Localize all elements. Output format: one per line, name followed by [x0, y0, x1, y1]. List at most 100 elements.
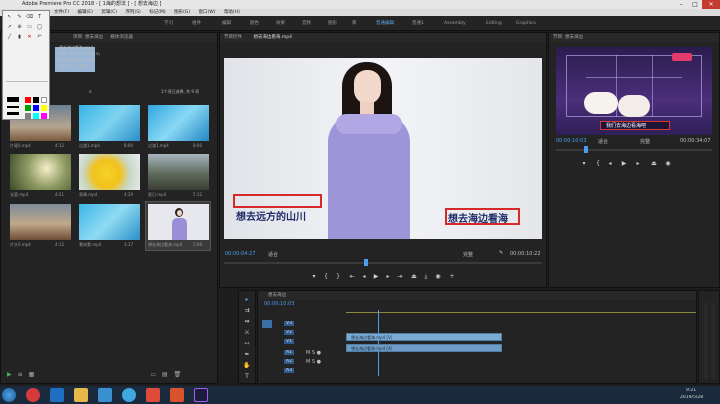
- source-quality-select[interactable]: 完整: [640, 138, 650, 145]
- color-swatch-red[interactable]: [25, 97, 31, 103]
- browser-icon[interactable]: [26, 388, 40, 402]
- workspace-learn[interactable]: 学习: [164, 16, 173, 31]
- menu-graphics[interactable]: 图形(G): [174, 10, 190, 15]
- extract-icon[interactable]: ⤓: [422, 273, 430, 281]
- source-timecode-current[interactable]: 00:00:10:03: [556, 138, 587, 144]
- line-width-thin[interactable]: [7, 106, 19, 108]
- go-to-out-icon[interactable]: ⇥: [396, 273, 404, 280]
- folder-icon[interactable]: [74, 388, 88, 402]
- workspace-graphics[interactable]: 图形: [328, 16, 337, 31]
- workspace-color[interactable]: 颜色: [250, 16, 259, 31]
- minimize-icon[interactable]: –: [674, 0, 688, 9]
- workspace-editing-en[interactable]: Editing: [486, 16, 502, 31]
- track-label[interactable]: A3: [284, 368, 294, 373]
- settings-icon[interactable]: +: [448, 273, 456, 280]
- menu-window[interactable]: 窗口(W): [199, 10, 216, 15]
- phone-icon[interactable]: [122, 388, 136, 402]
- program-scrubber[interactable]: [224, 262, 542, 264]
- track-label[interactable]: A2: [284, 359, 294, 364]
- tab-program-sequence[interactable]: 想去海边看海.mp4: [253, 35, 292, 40]
- step-forward-icon[interactable]: ▸: [634, 160, 642, 167]
- search-icon[interactable]: ⌕: [89, 89, 92, 95]
- color-swatch-black[interactable]: [33, 97, 39, 103]
- slip-icon[interactable]: ⇿: [243, 340, 251, 347]
- selection-tool-icon[interactable]: ▸: [243, 296, 251, 303]
- program-timecode-current[interactable]: 00:00:04:27: [225, 251, 256, 257]
- play-icon[interactable]: ▶: [372, 273, 380, 280]
- source-fit-select[interactable]: 适合: [598, 138, 608, 145]
- program-playhead[interactable]: [364, 259, 368, 266]
- color-swatch-white[interactable]: [41, 97, 47, 103]
- color-swatch-magenta[interactable]: [41, 113, 47, 119]
- audio-clip[interactable]: 想去海边看海.mp4 [A]: [346, 344, 502, 352]
- new-item-icon[interactable]: ▤: [162, 371, 168, 379]
- tab-program-controls[interactable]: 节目控件: [224, 35, 242, 40]
- timeline-playhead[interactable]: [378, 310, 379, 376]
- pointer-icon[interactable]: ↖: [6, 14, 13, 21]
- menu-file[interactable]: 文件(F): [54, 10, 69, 15]
- workspace-edit[interactable]: 编辑: [222, 16, 231, 31]
- workspace-assembly-en[interactable]: Assembly: [444, 16, 466, 31]
- razor-icon[interactable]: ⚔: [243, 329, 251, 336]
- color-swatch-green[interactable]: [25, 105, 31, 111]
- program-quality-select[interactable]: 完整: [463, 251, 473, 258]
- menu-marker[interactable]: 标记(M): [149, 10, 165, 15]
- in-point-icon[interactable]: {: [322, 273, 330, 280]
- icon-view-icon[interactable]: ▦: [29, 371, 35, 379]
- marker-icon[interactable]: ▾: [310, 273, 318, 280]
- mute-icon[interactable]: M S ●: [306, 350, 321, 356]
- media-player-icon[interactable]: [50, 388, 64, 402]
- go-to-in-icon[interactable]: ⇤: [348, 273, 356, 280]
- circle-icon[interactable]: ◯: [36, 24, 43, 31]
- office-icon[interactable]: [170, 388, 184, 402]
- new-bin-icon[interactable]: ▭: [150, 371, 156, 379]
- track-label[interactable]: V2: [284, 330, 294, 335]
- track-label[interactable]: V3: [284, 321, 294, 326]
- workspace-library[interactable]: 库: [352, 16, 357, 31]
- program-fit-select[interactable]: 适合: [268, 251, 278, 258]
- project-item-thumb-5[interactable]: [148, 154, 209, 190]
- menu-help[interactable]: 帮助(H): [224, 10, 240, 15]
- arrow-icon[interactable]: ↗: [6, 24, 13, 31]
- export-frame-icon[interactable]: ◉: [664, 160, 672, 167]
- marker-icon[interactable]: ▾: [580, 160, 588, 167]
- zoom-icon[interactable]: ⊕: [16, 24, 23, 31]
- ripple-edit-icon[interactable]: ⇹: [243, 318, 251, 325]
- lock-icon[interactable]: ▶: [7, 371, 12, 379]
- menu-edit[interactable]: 编辑(E): [78, 10, 93, 15]
- wrench-icon[interactable]: ✎: [499, 250, 503, 256]
- premiere-icon[interactable]: [194, 388, 208, 402]
- eraser-icon[interactable]: ⌫: [26, 14, 33, 21]
- source-playhead[interactable]: [584, 146, 588, 153]
- workspace-audio[interactable]: 音频: [302, 16, 311, 31]
- step-back-icon[interactable]: ◂: [360, 273, 368, 280]
- track-label[interactable]: A1: [284, 350, 294, 355]
- play-icon[interactable]: ▶: [620, 160, 628, 167]
- app-icon[interactable]: [146, 388, 160, 402]
- close-icon[interactable]: ✕: [702, 0, 720, 9]
- project-item-thumb-4[interactable]: [79, 154, 140, 190]
- highlight-icon[interactable]: ▮: [16, 34, 23, 41]
- project-item-thumb-8[interactable]: [148, 204, 209, 240]
- undo-icon[interactable]: ↶: [36, 34, 43, 41]
- step-forward-icon[interactable]: ▸: [384, 273, 392, 280]
- tab-source-program[interactable]: 节目: 想去海边: [553, 35, 583, 40]
- pen-icon[interactable]: ✎: [16, 14, 23, 21]
- project-item-thumb-3[interactable]: [10, 154, 71, 190]
- out-point-icon[interactable]: }: [334, 273, 342, 280]
- lift-icon[interactable]: ⏏: [410, 273, 418, 280]
- monitor-icon[interactable]: [98, 388, 112, 402]
- color-swatch-blue[interactable]: [33, 105, 39, 111]
- workspace-normal1[interactable]: 普通1: [412, 16, 424, 31]
- hand-icon[interactable]: ✋: [243, 362, 251, 369]
- list-view-icon[interactable]: ≡: [18, 371, 23, 379]
- project-item-thumb-7[interactable]: [79, 204, 140, 240]
- timeline-ruler[interactable]: [346, 312, 696, 313]
- line-width-medium[interactable]: [7, 112, 19, 115]
- project-item-thumb-1[interactable]: [79, 105, 140, 141]
- timeline-timecode[interactable]: 00:00:10:03: [264, 301, 295, 307]
- trash-icon[interactable]: 🗑: [174, 371, 182, 379]
- color-swatch-cyan[interactable]: [33, 113, 39, 119]
- track-select-icon[interactable]: ⇉: [243, 307, 251, 314]
- menu-clip[interactable]: 剪辑(C): [101, 10, 117, 15]
